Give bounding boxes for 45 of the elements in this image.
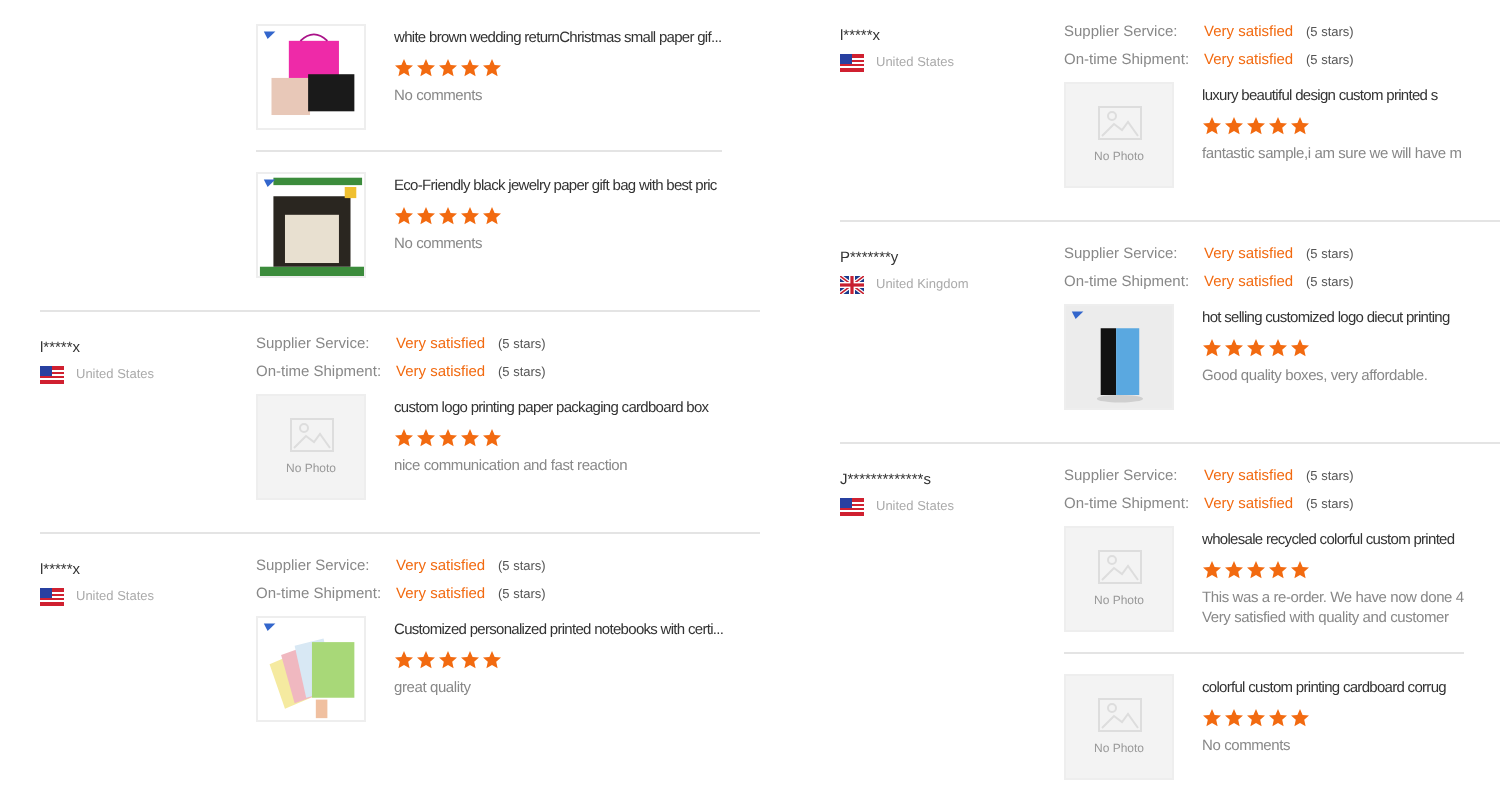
star-icon xyxy=(1290,338,1310,358)
star-icon xyxy=(438,58,458,78)
star-icon xyxy=(438,206,458,226)
star-icon xyxy=(394,428,414,448)
star-icon xyxy=(394,650,414,670)
star-icon xyxy=(482,428,502,448)
star-icon xyxy=(482,650,502,670)
star-icon xyxy=(482,206,502,226)
star-icon xyxy=(416,428,436,448)
star-icon xyxy=(1202,338,1222,358)
star-icon xyxy=(1224,560,1244,580)
flag-icon xyxy=(840,498,864,516)
star-icon xyxy=(1290,560,1310,580)
star-icon xyxy=(1268,560,1288,580)
star-icon xyxy=(1202,116,1222,136)
star-icon xyxy=(460,58,480,78)
flag-icon xyxy=(840,276,864,294)
star-icon xyxy=(1268,338,1288,358)
star-icon xyxy=(1202,708,1222,728)
star-icon xyxy=(416,206,436,226)
star-icon xyxy=(394,58,414,78)
star-icon xyxy=(438,650,458,670)
star-icon xyxy=(460,206,480,226)
star-icon xyxy=(460,428,480,448)
star-icon xyxy=(416,58,436,78)
star-icon xyxy=(1246,338,1266,358)
star-icon xyxy=(1246,560,1266,580)
star-icon xyxy=(438,428,458,448)
flag-icon xyxy=(40,588,64,606)
star-icon xyxy=(1202,560,1222,580)
star-icon xyxy=(1224,338,1244,358)
star-icon xyxy=(1290,708,1310,728)
flag-icon xyxy=(40,366,64,384)
star-icon xyxy=(482,58,502,78)
star-icon xyxy=(460,650,480,670)
star-icon xyxy=(1246,116,1266,136)
star-icon xyxy=(1224,708,1244,728)
flag-icon xyxy=(840,54,864,72)
star-icon xyxy=(1268,116,1288,136)
star-icon xyxy=(416,650,436,670)
star-icon xyxy=(1268,708,1288,728)
star-icon xyxy=(394,206,414,226)
star-icon xyxy=(1246,708,1266,728)
star-icon xyxy=(1290,116,1310,136)
star-icon xyxy=(1224,116,1244,136)
